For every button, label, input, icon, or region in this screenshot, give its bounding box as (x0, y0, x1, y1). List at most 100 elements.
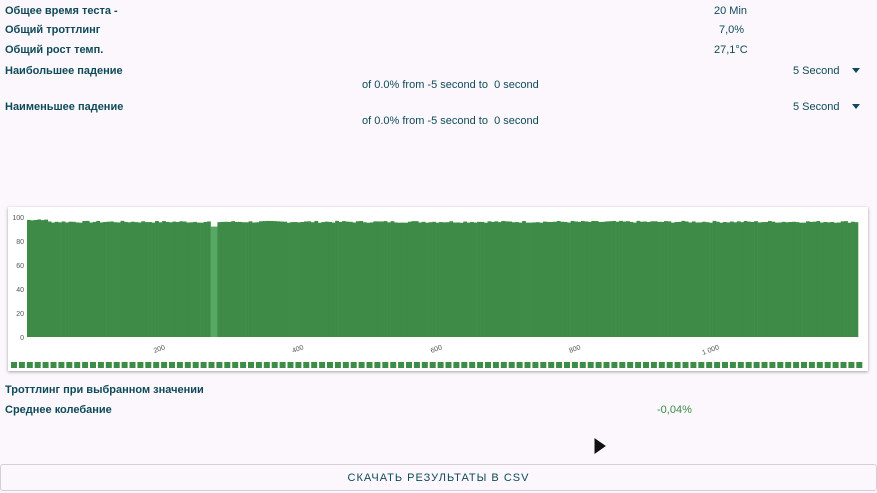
chart-bar[interactable] (785, 222, 790, 337)
chart-bar[interactable] (660, 221, 665, 337)
scroll-segment[interactable] (635, 362, 642, 368)
chart-bar[interactable] (407, 221, 412, 337)
chart-bar[interactable] (127, 222, 132, 337)
chart-bar[interactable] (823, 221, 828, 337)
chart-bar[interactable] (522, 221, 526, 337)
chart-bar[interactable] (324, 221, 329, 337)
chart-bar[interactable] (816, 221, 821, 337)
chart-bar[interactable] (252, 222, 256, 337)
scroll-segment[interactable] (579, 362, 586, 368)
chart-bar[interactable] (151, 222, 156, 337)
scroll-segment[interactable] (366, 362, 373, 368)
scroll-segment[interactable] (722, 362, 728, 368)
chart-bar[interactable] (355, 221, 360, 337)
chart-bar[interactable] (338, 221, 343, 337)
chart-bar[interactable] (279, 221, 284, 337)
chart-bar[interactable] (716, 221, 720, 337)
chart-bar[interactable] (705, 222, 710, 337)
chart-bar[interactable] (771, 221, 776, 337)
chart-bar[interactable] (501, 220, 506, 337)
chart-bar[interactable] (570, 221, 575, 337)
chart-bar[interactable] (390, 221, 395, 337)
max-drop-interval-select[interactable]: 5 Second (793, 65, 839, 77)
chart-bar[interactable] (120, 220, 125, 337)
scroll-segment[interactable] (161, 362, 168, 368)
chart-bar[interactable] (674, 222, 679, 337)
chart-bar[interactable] (490, 221, 495, 337)
chart-bar[interactable] (459, 222, 464, 337)
scroll-segment[interactable] (58, 362, 65, 368)
chart-bar[interactable] (847, 222, 852, 337)
scroll-segment[interactable] (556, 362, 563, 368)
chart-bar[interactable] (712, 220, 717, 337)
scroll-segment[interactable] (34, 362, 41, 368)
chart-bar[interactable] (210, 226, 215, 337)
chart-bar[interactable] (837, 222, 841, 337)
chart-bar[interactable] (47, 221, 52, 338)
scroll-segment[interactable] (848, 362, 855, 368)
chart-bar[interactable] (376, 221, 381, 337)
chart-bar[interactable] (508, 221, 513, 337)
chart-bar[interactable] (414, 221, 419, 337)
scroll-segment[interactable] (619, 362, 626, 368)
scroll-segment[interactable] (785, 362, 792, 368)
scroll-segment[interactable] (627, 362, 634, 368)
chart-bar[interactable] (535, 222, 540, 337)
scroll-segment[interactable] (137, 362, 144, 368)
chart-bar[interactable] (806, 221, 810, 337)
scroll-segment[interactable] (382, 362, 389, 368)
scroll-segment[interactable] (769, 362, 776, 368)
scroll-segment[interactable] (816, 362, 823, 368)
chart-bar[interactable] (546, 221, 551, 337)
chart-bar[interactable] (851, 221, 855, 337)
chart-bar[interactable] (255, 222, 260, 337)
chart-bar[interactable] (314, 220, 319, 337)
scroll-segment[interactable] (192, 362, 199, 368)
chart-bar[interactable] (667, 221, 672, 337)
scroll-segment[interactable] (753, 362, 760, 368)
scroll-segment[interactable] (90, 362, 96, 368)
chart-bar[interactable] (387, 222, 391, 337)
chart-bar[interactable] (584, 221, 589, 337)
chart-bar[interactable] (432, 221, 436, 337)
chart-bar[interactable] (525, 222, 530, 337)
chart-bar[interactable] (175, 221, 180, 337)
scroll-segment[interactable] (532, 362, 539, 368)
scroll-segment[interactable] (603, 362, 610, 368)
scroll-segment[interactable] (469, 362, 476, 368)
chart-bar[interactable] (480, 221, 485, 337)
chart-bar[interactable] (103, 221, 107, 337)
chart-bar[interactable] (89, 222, 94, 337)
chart-bar[interactable] (283, 221, 287, 337)
chart-bar[interactable] (619, 220, 623, 337)
chart-bar[interactable] (671, 222, 675, 337)
chart-bar[interactable] (615, 221, 620, 337)
chart-bar[interactable] (747, 221, 751, 337)
scroll-segment[interactable] (745, 362, 752, 368)
chart-bar[interactable] (812, 221, 817, 337)
chart-bar[interactable] (487, 221, 492, 337)
chart-bar[interactable] (304, 221, 308, 337)
chart-bar[interactable] (435, 222, 440, 337)
scroll-segment[interactable] (248, 362, 254, 368)
chart-bar[interactable] (778, 222, 783, 337)
chart-bar[interactable] (442, 222, 447, 337)
chart-bar[interactable] (162, 221, 166, 337)
chart-bar[interactable] (224, 221, 229, 337)
scroll-segment[interactable] (516, 362, 523, 368)
chart-bar[interactable] (51, 222, 55, 337)
chart-bar[interactable] (179, 221, 184, 337)
chart-bar[interactable] (207, 221, 211, 337)
chart-bar[interactable] (78, 222, 83, 337)
chart-bar[interactable] (788, 221, 793, 337)
chart-bar[interactable] (155, 220, 159, 337)
chart-bar[interactable] (335, 220, 339, 337)
scroll-segment[interactable] (390, 362, 397, 368)
chart-bar[interactable] (598, 221, 603, 337)
scroll-segment[interactable] (595, 362, 602, 368)
chart-bar[interactable] (37, 219, 42, 337)
scroll-segment[interactable] (263, 362, 270, 368)
chart-bar[interactable] (653, 221, 658, 337)
chart-bar[interactable] (366, 222, 371, 337)
chart-bar[interactable] (643, 221, 648, 337)
